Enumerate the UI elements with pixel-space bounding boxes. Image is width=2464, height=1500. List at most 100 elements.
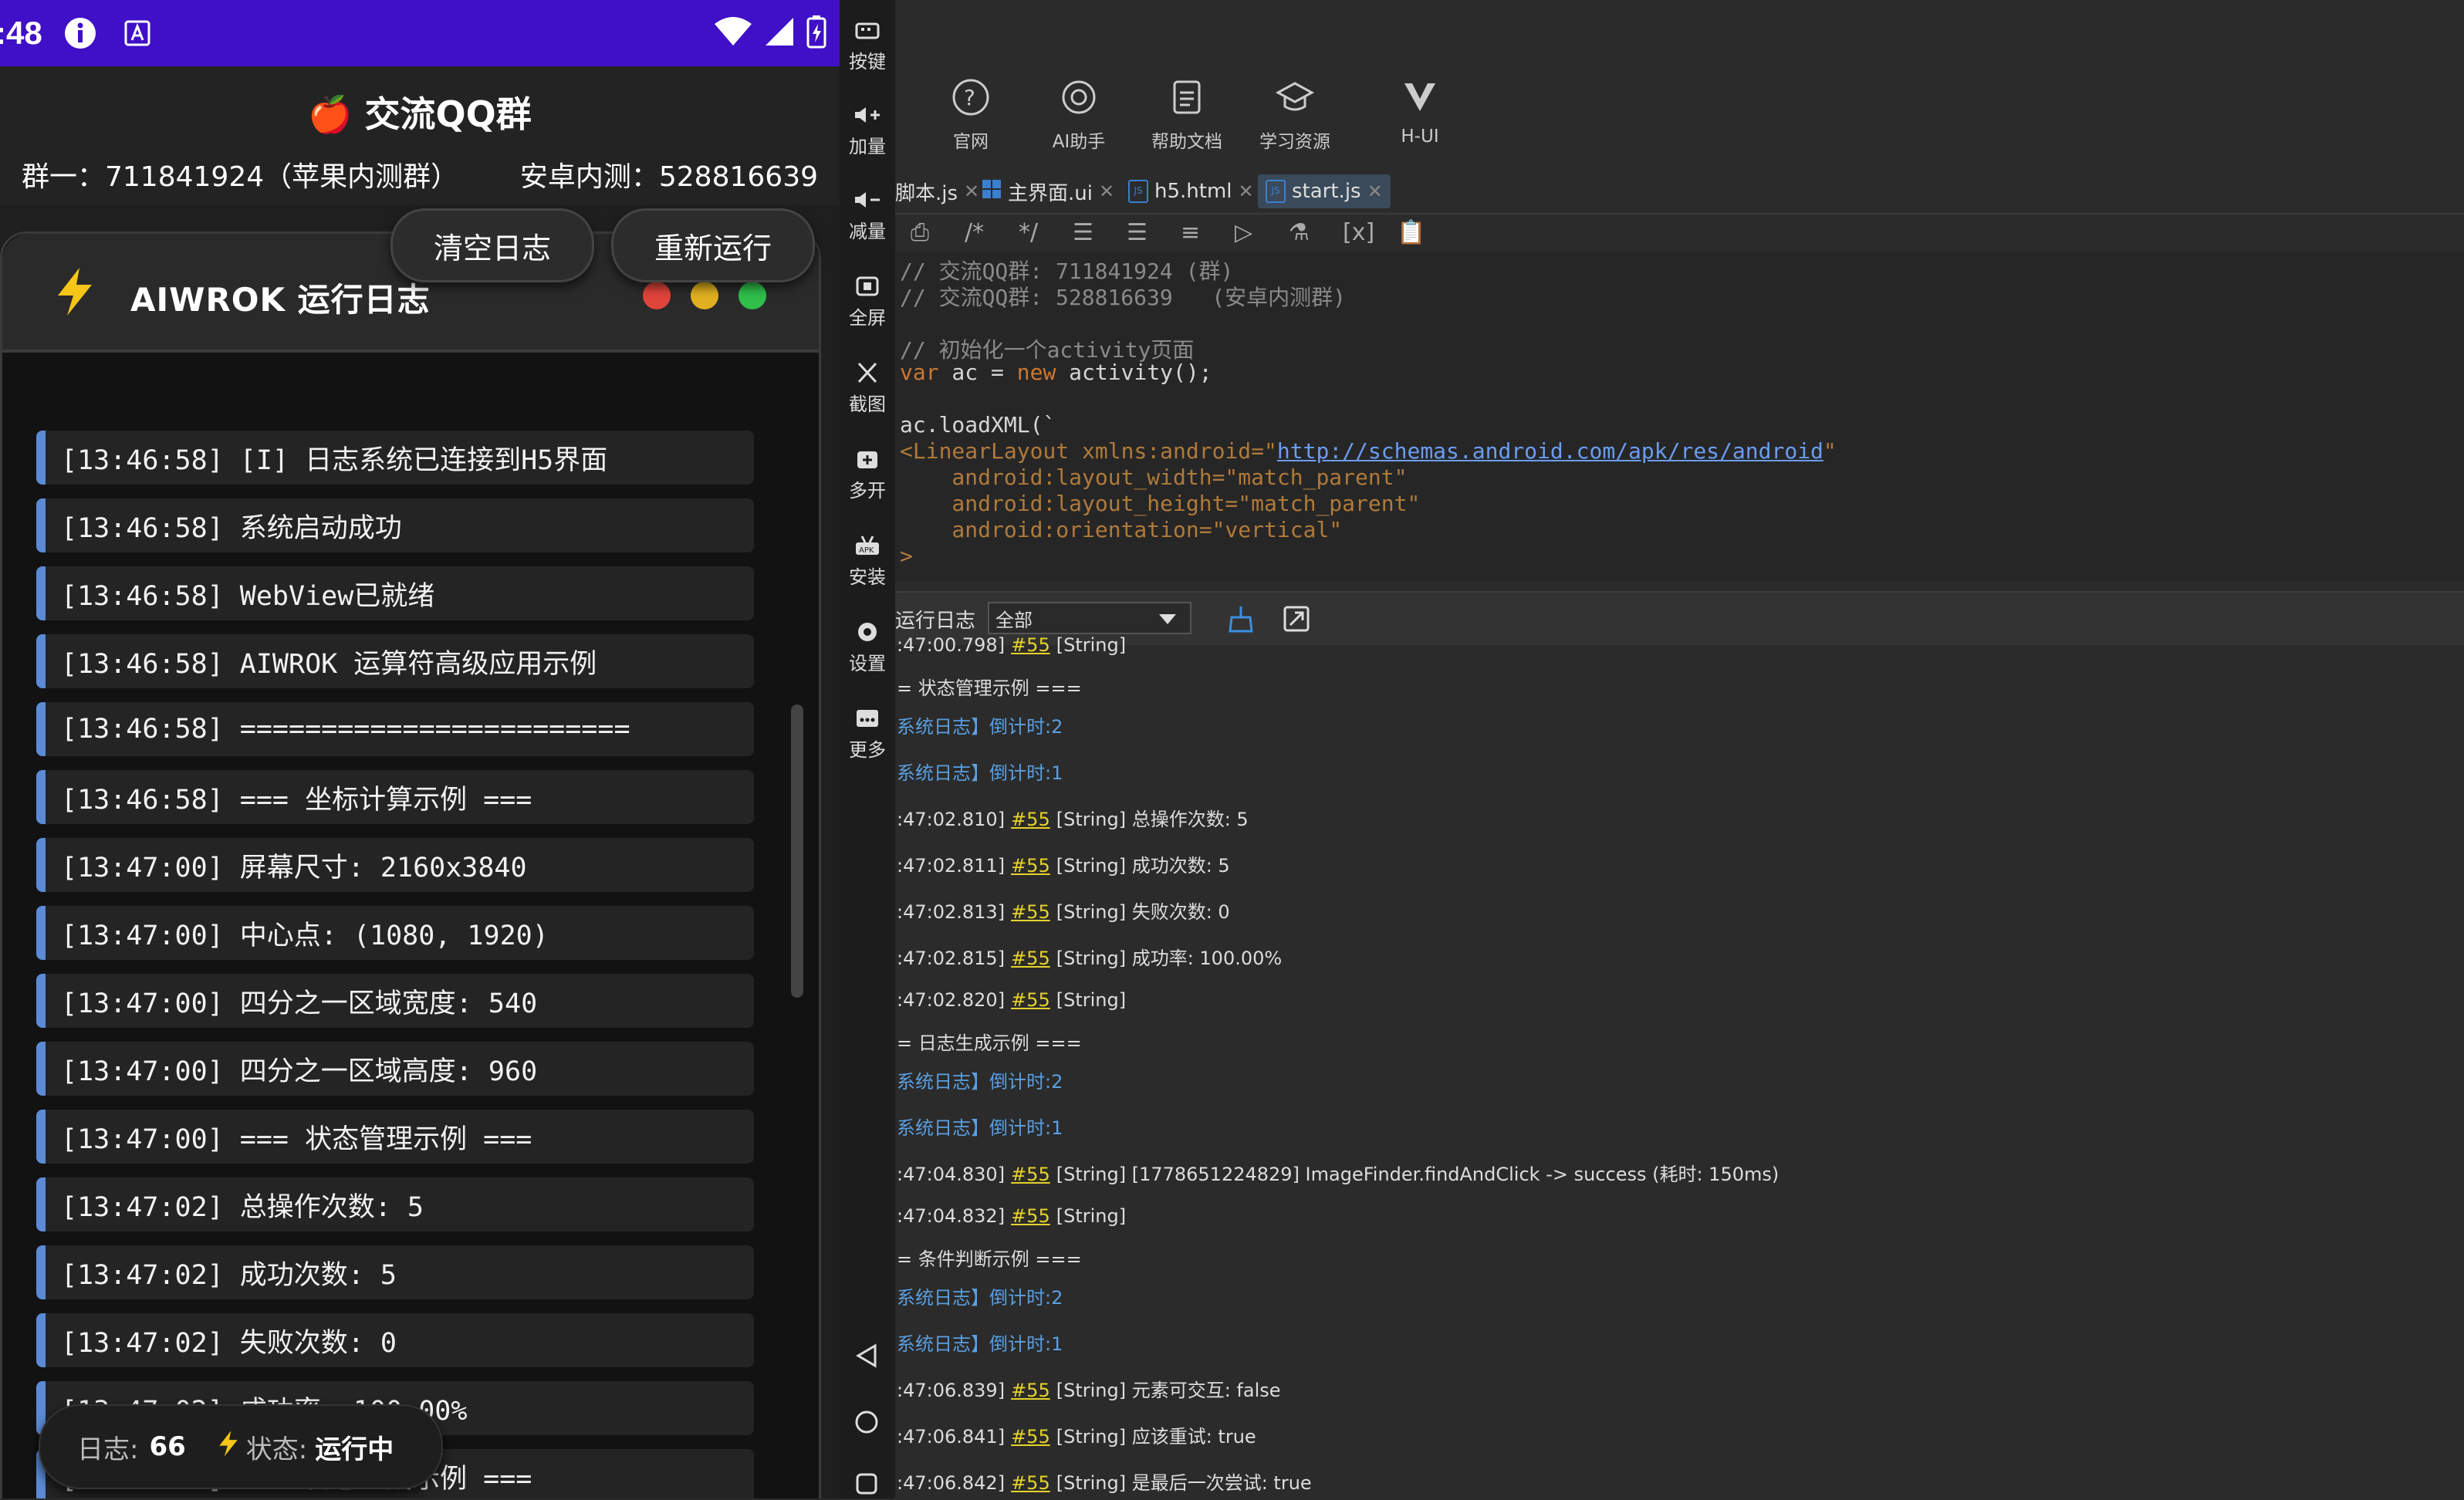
toolbar-learning-button[interactable]: 学习资源	[1249, 77, 1341, 153]
run-icon[interactable]: ▷	[1235, 219, 1252, 246]
sidebar-item-label: 减量	[849, 221, 886, 242]
tab-main-ui[interactable]: 主界面.ui ✕	[982, 174, 1114, 208]
state-label: 状态:	[245, 1434, 308, 1465]
document-icon	[1167, 77, 1207, 117]
status-time: :48	[0, 15, 42, 51]
close-icon[interactable]: ✕	[1239, 181, 1254, 202]
log-source-link[interactable]: #55	[1011, 855, 1050, 877]
log-row: [13:47:00] 中心点: (1080, 1920)	[36, 906, 754, 960]
toolbar-ai-button[interactable]: AI助手	[1033, 77, 1125, 153]
log-source-link[interactable]: #55	[1011, 1426, 1050, 1448]
close-icon[interactable]: ✕	[964, 181, 979, 202]
qq-group-header: 🍎 交流QQ群 群一：711841924（苹果内测群） 安卓内测：5288166…	[0, 66, 840, 205]
indent-icon[interactable]: ☰	[1073, 219, 1093, 246]
sidebar-item-multi-open[interactable]: 多开	[840, 448, 895, 502]
sidebar-item-volume-up[interactable]: 加量	[840, 103, 895, 158]
a-badge-icon	[118, 14, 157, 52]
qq-group-2: 安卓内测：528816639	[519, 161, 818, 193]
variables-icon[interactable]: [x]	[1343, 219, 1374, 246]
code-line: // 初始化一个activity页面	[900, 337, 1195, 363]
log-row: [13:46:58] 系统启动成功	[36, 498, 754, 552]
sidebar-item-settings[interactable]: 设置	[840, 620, 895, 675]
close-icon[interactable]: ✕	[1099, 181, 1114, 202]
sidebar-item-fullscreen[interactable]: 全屏	[840, 275, 895, 329]
log-source-link[interactable]: #55	[1011, 1380, 1050, 1401]
toolbar-label: 官网	[953, 132, 989, 152]
clipboard-icon[interactable]: 📋	[1397, 219, 1425, 246]
log-source-link[interactable]: #55	[1011, 1205, 1050, 1227]
code-line: android:layout_width="match_parent"	[900, 465, 1408, 490]
tab-h5-html[interactable]: JS h5.html ✕	[1128, 174, 1254, 208]
log-list: [13:46:58] [I] 日志系统已连接到H5界面 [13:46:58] 系…	[36, 431, 754, 1498]
log-source-link[interactable]: #55	[1011, 901, 1050, 923]
close-icon[interactable]: ✕	[1367, 181, 1383, 202]
runlog-line: :47:04.830] #55 [String] [1778651224829] I…	[897, 1164, 1780, 1185]
runlog-line: :47:06.841] #55 [String] 应该重试: true	[897, 1426, 1256, 1448]
runlog-line: :47:02.815] #55 [String] 成功率: 100.00%	[897, 948, 1283, 969]
toolbar-website-button[interactable]: ? 官网	[924, 77, 1017, 153]
log-row: [13:47:02] 总操作次数: 5	[36, 1177, 754, 1231]
runlog-line: = 状态管理示例 ===	[897, 677, 1082, 699]
sidebar-item-keys[interactable]: 按键	[840, 19, 895, 73]
log-row: [13:46:58] === 坐标计算示例 ===	[36, 770, 754, 824]
tab-script-js[interactable]: 脚本.js ✕	[895, 174, 979, 208]
log-source-link[interactable]: #55	[1011, 989, 1050, 1011]
sidebar-item-more[interactable]: 更多	[840, 707, 895, 762]
home-nav-icon[interactable]	[853, 1409, 880, 1438]
log-source-link[interactable]: #55	[1011, 1472, 1050, 1494]
log-source-link[interactable]: #55	[1011, 809, 1050, 830]
sidebar-item-install[interactable]: APK 安装	[840, 534, 895, 589]
sidebar-item-volume-down[interactable]: 减量	[840, 188, 895, 243]
runlog-line: :47:02.813] #55 [String] 失败次数: 0	[897, 901, 1230, 923]
log-filter-select[interactable]: 全部	[988, 602, 1191, 634]
log-source-link[interactable]: #55	[1011, 634, 1050, 656]
code-line: var ac = new activity();	[900, 360, 1212, 385]
sidebar-item-label: 加量	[849, 136, 886, 157]
device-sidebar: 按键 加量 减量 全屏 截图 多开 APK 安装 设置 更多	[840, 0, 895, 1498]
minimize-dot-icon[interactable]	[691, 282, 718, 309]
code-line: <LinearLayout xmlns:android="http://sche…	[900, 438, 1837, 464]
uncomment-icon[interactable]: */	[1019, 219, 1038, 246]
popout-icon[interactable]	[1283, 605, 1310, 636]
log-source-link[interactable]: #55	[1011, 1164, 1050, 1185]
fullscreen-icon	[853, 275, 881, 298]
hui-logo-icon	[1400, 77, 1440, 117]
runlog-label: 运行日志	[895, 610, 976, 633]
sidebar-item-screenshot[interactable]: 截图	[840, 361, 895, 416]
outdent-icon[interactable]: ☰	[1127, 219, 1148, 246]
log-scrollbar[interactable]	[791, 704, 803, 998]
gear-icon	[853, 620, 881, 644]
runlog-line: :47:02.811] #55 [String] 成功次数: 5	[897, 855, 1230, 877]
code-line: >	[900, 543, 913, 569]
info-icon	[61, 14, 100, 52]
battery-icon	[806, 15, 827, 52]
recents-nav-icon[interactable]	[853, 1471, 880, 1500]
code-editor[interactable]: // 交流QQ群: 711841924 (群) // 交流QQ群: 528816…	[895, 252, 2464, 582]
runlog-line: = 条件判断示例 ===	[897, 1248, 1082, 1270]
log-source-link[interactable]: #55	[1011, 948, 1050, 969]
qq-group-1: 群一：711841924（苹果内测群）	[22, 161, 459, 193]
rerun-button[interactable]: 重新运行	[611, 208, 815, 282]
phone-screen: :48 🍎 交流QQ群 群一：711841924（苹果内测群） 安卓内测：528…	[0, 0, 840, 1498]
clear-log-button[interactable]: 清空日志	[390, 208, 594, 282]
tab-start-js[interactable]: JS start.js ✕	[1258, 174, 1391, 208]
toolbar-docs-button[interactable]: 帮助文档	[1141, 77, 1233, 153]
tab-label: 脚本.js	[895, 181, 958, 205]
format-icon[interactable]: ≡	[1181, 219, 1200, 246]
multi-window-icon	[853, 448, 881, 471]
runlog-header: 运行日志 全部	[895, 591, 2464, 648]
comment-icon[interactable]: /*	[965, 219, 984, 246]
flask-icon[interactable]: ⚗	[1289, 219, 1310, 246]
state-value: 运行中	[315, 1434, 394, 1465]
svg-text:APK: APK	[859, 546, 874, 555]
log-row: [13:46:58] ========================	[36, 702, 754, 756]
close-dot-icon[interactable]	[643, 282, 671, 309]
tab-label: start.js	[1292, 180, 1361, 203]
toolbar-hui-button[interactable]: H-UI	[1374, 77, 1466, 147]
stats-bar: 日志: 66 状态: 运行中	[39, 1404, 443, 1489]
print-icon[interactable]: ⎙	[911, 219, 929, 246]
back-nav-icon[interactable]	[853, 1343, 880, 1372]
broom-clear-icon[interactable]	[1225, 603, 1256, 637]
log-row: [13:47:00] 屏幕尺寸: 2160x3840	[36, 838, 754, 892]
maximize-dot-icon[interactable]	[739, 282, 766, 309]
